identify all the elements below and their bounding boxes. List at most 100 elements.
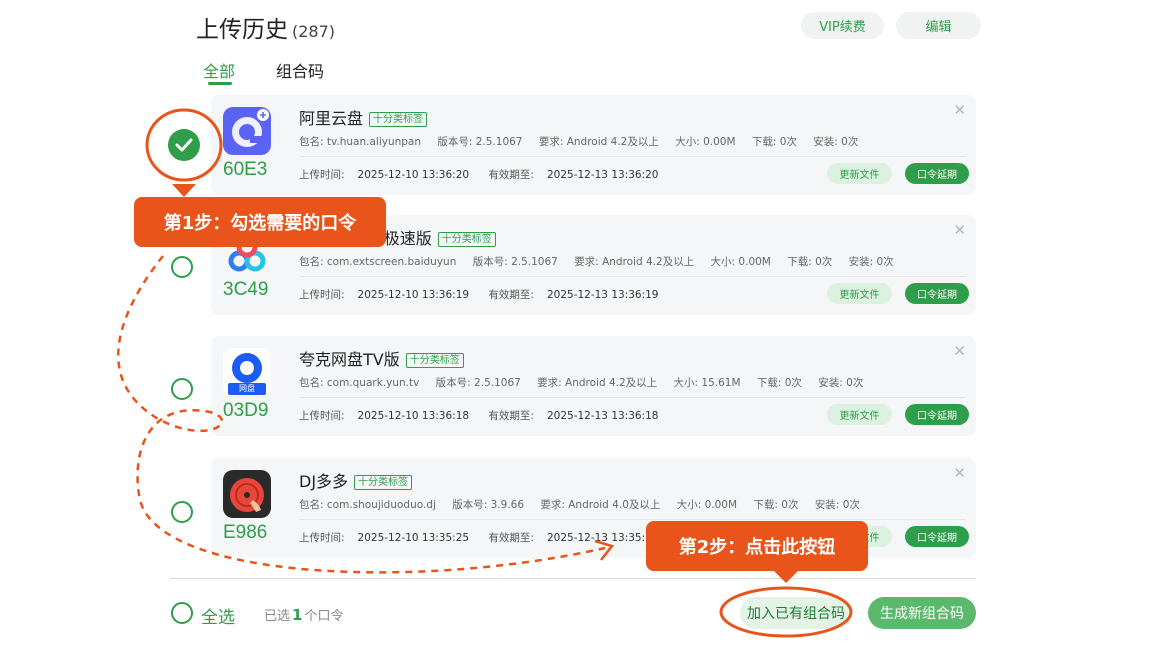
time-info: 上传时间: 2025-12-10 13:36:19 有效期至: 2025-12-13…	[299, 287, 659, 302]
page-title-text: 上传历史	[196, 17, 288, 43]
upload-time: 2025-12-10 13:36:18	[357, 410, 470, 422]
time-info: 上传时间: 2025-12-10 13:36:18 有效期至: 2025-12-13…	[299, 408, 659, 423]
size: 大小: 0.00M	[675, 136, 736, 148]
icon-caption: 网盘	[239, 384, 255, 393]
tab-combo-code[interactable]: 组合码	[276, 58, 324, 82]
downloads: 下载: 0次	[787, 256, 833, 268]
size: 大小: 0.00M	[710, 256, 771, 268]
installs: 安装: 0次	[813, 136, 859, 148]
valid-until-label: 有效期至:	[488, 410, 534, 422]
app-meta: 包名: com.extscreen.baiduyun 版本号: 2.5.1067…	[299, 254, 907, 269]
command-code: 60E3	[223, 159, 268, 180]
upload-time-label: 上传时间:	[299, 532, 345, 544]
app-meta: 包名: com.quark.yun.tv 版本号: 2.5.1067 要求: A…	[299, 375, 876, 390]
close-icon[interactable]: ✕	[953, 342, 966, 360]
upload-time-label: 上传时间:	[299, 289, 345, 301]
version: 版本号: 2.5.1067	[472, 256, 558, 268]
requirement: 要求: Android 4.0及以上	[540, 499, 661, 511]
close-icon[interactable]: ✕	[953, 464, 966, 482]
divider	[299, 156, 966, 157]
aliyunpan-icon	[223, 107, 271, 155]
category-tag-button[interactable]: 十分类标签	[437, 232, 496, 247]
requirement: 要求: Android 4.2及以上	[538, 136, 659, 148]
upload-time: 2025-12-10 13:36:20	[357, 169, 470, 181]
version: 版本号: 2.5.1067	[437, 136, 523, 148]
valid-until-label: 有效期至:	[488, 169, 534, 181]
app-name: 夸克网盘TV版 十分类标签	[299, 346, 464, 370]
package-name: 包名: com.extscreen.baiduyun	[299, 256, 457, 268]
page-title: 上传历史 (287)	[196, 10, 335, 44]
close-icon[interactable]: ✕	[953, 221, 966, 239]
app-name-text: DJ多多	[299, 472, 349, 491]
divider	[299, 519, 966, 520]
category-tag-button[interactable]: 十分类标签	[405, 353, 464, 368]
size: 大小: 0.00M	[676, 499, 738, 511]
extend-command-button[interactable]: 口令延期	[905, 404, 969, 425]
selected-suffix: 个口令	[304, 609, 344, 624]
vip-renew-button[interactable]: VIP续费	[801, 12, 884, 39]
package-name: 包名: tv.huan.aliyunpan	[299, 136, 422, 148]
app-name: DJ多多 十分类标签	[299, 468, 413, 492]
step1-callout: 第1步：勾选需要的口令	[134, 197, 386, 247]
app-name-text: 夸克网盘TV版	[299, 350, 400, 369]
upload-time: 2025-12-10 13:36:19	[357, 289, 470, 301]
update-file-button[interactable]: 更新文件	[827, 163, 892, 184]
upload-time: 2025-12-10 13:35:25	[357, 532, 470, 544]
installs: 安装: 0次	[814, 499, 860, 511]
selected-count-info: 已选 1 个口令	[264, 605, 343, 624]
divider	[299, 397, 966, 398]
extend-command-button[interactable]: 口令延期	[905, 526, 969, 547]
app-meta: 包名: com.shoujiduoduo.dj 版本号: 3.9.66 要求: …	[299, 497, 873, 512]
upload-history-page: 上传历史 (287) VIP续费 编辑 全部 组合码 60E3 阿里云盘 十分类标签…	[0, 0, 1150, 646]
selected-count: 1	[292, 606, 303, 624]
tab-all[interactable]: 全部	[203, 58, 235, 82]
footer-divider	[170, 578, 976, 579]
active-tab-indicator	[208, 82, 232, 85]
requirement: 要求: Android 4.2及以上	[574, 256, 695, 268]
valid-until-label: 有效期至:	[488, 289, 534, 301]
edit-button[interactable]: 编辑	[896, 12, 981, 39]
selected-prefix: 已选	[264, 609, 291, 624]
category-tag-button[interactable]: 十分类标签	[369, 112, 428, 127]
app-name-text: 阿里云盘	[299, 109, 364, 128]
size: 大小: 15.61M	[673, 377, 741, 389]
valid-until-label: 有效期至:	[488, 532, 534, 544]
valid-until: 2025-12-13 13:36:19	[546, 289, 659, 301]
step2-callout: 第2步：点击此按钮	[646, 521, 868, 571]
version: 版本号: 3.9.66	[452, 499, 525, 511]
list-item: 60E3 阿里云盘 十分类标签 包名: tv.huan.aliyunpan 版本号…	[211, 95, 976, 195]
downloads: 下载: 0次	[751, 136, 797, 148]
valid-until: 2025-12-13 13:36:18	[546, 410, 659, 422]
select-radio[interactable]	[171, 256, 193, 278]
update-file-button[interactable]: 更新文件	[827, 404, 892, 425]
downloads: 下载: 0次	[756, 377, 802, 389]
join-existing-combo-button[interactable]: 加入已有组合码	[740, 597, 852, 629]
version: 版本号: 2.5.1067	[435, 377, 521, 389]
command-code: E986	[223, 522, 268, 543]
installs: 安装: 0次	[818, 377, 864, 389]
list-item: 网盘 03D9 夸克网盘TV版 十分类标签 包名: com.quark.yun.t…	[211, 336, 976, 436]
divider	[299, 276, 966, 277]
close-icon[interactable]: ✕	[953, 101, 966, 119]
quark-netdisk-icon: 网盘	[223, 348, 271, 396]
app-meta: 包名: tv.huan.aliyunpan 版本号: 2.5.1067 要求: …	[299, 134, 871, 149]
select-radio[interactable]	[171, 378, 193, 400]
command-code: 03D9	[223, 400, 269, 421]
installs: 安装: 0次	[848, 256, 894, 268]
checkmark-icon	[175, 138, 193, 152]
category-tag-button[interactable]: 十分类标签	[354, 475, 413, 490]
select-checkbox-checked[interactable]	[168, 129, 200, 161]
select-all-label[interactable]: 全选	[201, 603, 235, 628]
select-radio[interactable]	[171, 501, 193, 523]
extend-command-button[interactable]: 口令延期	[905, 283, 969, 304]
update-file-button[interactable]: 更新文件	[827, 283, 892, 304]
app-name: 阿里云盘 十分类标签	[299, 105, 428, 129]
package-name: 包名: com.quark.yun.tv	[299, 377, 420, 389]
package-name: 包名: com.shoujiduoduo.dj	[299, 499, 436, 511]
requirement: 要求: Android 4.2及以上	[537, 377, 658, 389]
generate-new-combo-button[interactable]: 生成新组合码	[868, 597, 976, 629]
downloads: 下载: 0次	[753, 499, 799, 511]
select-all-radio[interactable]	[171, 602, 193, 624]
extend-command-button[interactable]: 口令延期	[905, 163, 969, 184]
command-code: 3C49	[223, 279, 269, 300]
